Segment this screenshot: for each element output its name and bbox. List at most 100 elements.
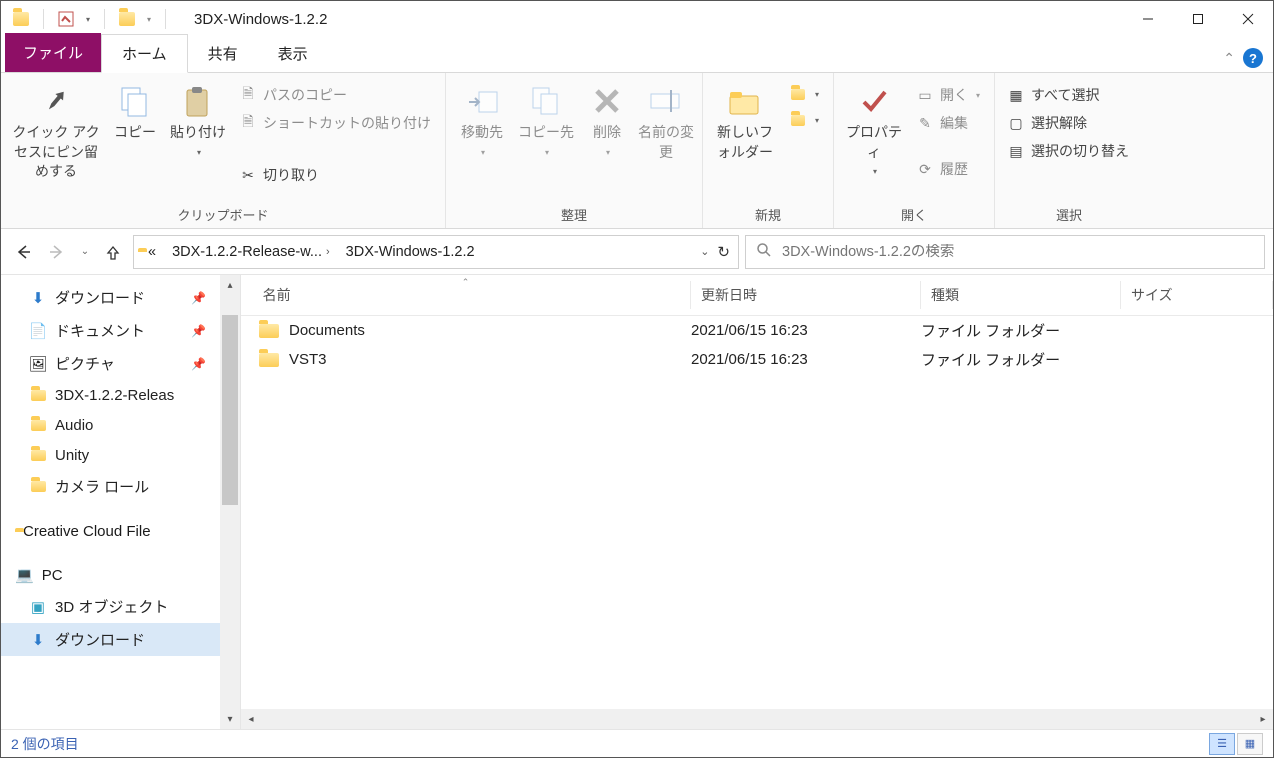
folder-icon bbox=[259, 324, 279, 338]
paste-shortcut-button[interactable]: 🗎ショートカットの貼り付け bbox=[233, 111, 439, 135]
window-title: 3DX-Windows-1.2.2 bbox=[178, 11, 327, 28]
open-button[interactable]: ▭開く▾ bbox=[910, 83, 988, 107]
column-type[interactable]: 種類 bbox=[921, 281, 1121, 309]
sidebar-item-downloads2[interactable]: ⬇ダウンロード bbox=[1, 623, 220, 656]
sidebar-item-3d[interactable]: ▣3D オブジェクト bbox=[1, 590, 220, 623]
search-input[interactable] bbox=[782, 244, 1254, 260]
horizontal-scrollbar[interactable]: ◂ ▸ bbox=[241, 709, 1273, 729]
sidebar-item-documents[interactable]: 📄ドキュメント📌 bbox=[1, 314, 220, 347]
new-item-button[interactable]: ▾ bbox=[783, 83, 827, 105]
sidebar: ⬇ダウンロード📌 📄ドキュメント📌 🖼ピクチャ📌 3DX-1.2.2-Relea… bbox=[1, 275, 241, 729]
scroll-up-icon[interactable]: ▴ bbox=[220, 275, 240, 295]
objects3d-icon: ▣ bbox=[29, 598, 47, 616]
easy-access-button[interactable]: ▾ bbox=[783, 109, 827, 131]
select-all-icon: ▦ bbox=[1007, 86, 1025, 104]
tab-share[interactable]: 共有 bbox=[188, 35, 258, 72]
file-row[interactable]: Documents 2021/06/15 16:23 ファイル フォルダー bbox=[241, 316, 1273, 345]
breadcrumb-part2[interactable]: 3DX-Windows-1.2.2 bbox=[340, 244, 481, 260]
sidebar-scrollbar[interactable]: ▴ ▾ bbox=[220, 275, 240, 729]
select-all-button[interactable]: ▦すべて選択 bbox=[1001, 83, 1137, 107]
new-folder-button[interactable]: 新しいフォルダー bbox=[709, 77, 781, 168]
pin-icon: 📌 bbox=[191, 324, 214, 338]
folder-icon bbox=[259, 353, 279, 367]
refresh-icon[interactable]: ↻ bbox=[717, 243, 730, 261]
content-area: ⬇ダウンロード📌 📄ドキュメント📌 🖼ピクチャ📌 3DX-1.2.2-Relea… bbox=[1, 275, 1273, 729]
sidebar-item-creative-cloud[interactable]: Creative Cloud File bbox=[1, 517, 220, 546]
sidebar-item-unity[interactable]: Unity bbox=[1, 440, 220, 470]
invert-selection-button[interactable]: ▤選択の切り替え bbox=[1001, 139, 1137, 163]
pin-to-quick-access-button[interactable]: クイック アクセスにピン留めする bbox=[7, 77, 105, 188]
select-none-icon: ▢ bbox=[1007, 114, 1025, 132]
delete-button[interactable]: 削除▾ bbox=[580, 77, 634, 164]
qat-dropdown-icon[interactable]: ▾ bbox=[86, 15, 90, 24]
back-button[interactable] bbox=[9, 238, 37, 266]
ribbon-group-open: プロパティ▾ ▭開く▾ ✎編集 ⟳履歴 開く bbox=[834, 73, 995, 228]
edit-icon: ✎ bbox=[916, 114, 934, 132]
move-to-button[interactable]: 移動先▾ bbox=[452, 77, 512, 164]
scroll-down-icon[interactable]: ▾ bbox=[220, 709, 240, 729]
group-label-organize: 整理 bbox=[452, 205, 696, 226]
edit-button[interactable]: ✎編集 bbox=[910, 111, 988, 135]
tab-view[interactable]: 表示 bbox=[258, 35, 328, 72]
sidebar-item-audio[interactable]: Audio bbox=[1, 410, 220, 440]
qat-customize-icon[interactable]: ▾ bbox=[147, 15, 151, 24]
copy-button[interactable]: コピー bbox=[107, 77, 163, 149]
address-bar[interactable]: « 3DX-1.2.2-Release-w...› 3DX-Windows-1.… bbox=[133, 235, 739, 269]
sidebar-item-camera[interactable]: カメラ ロール bbox=[1, 470, 220, 503]
cut-button[interactable]: ✂切り取り bbox=[233, 163, 439, 187]
tab-home[interactable]: ホーム bbox=[101, 34, 188, 73]
history-button[interactable]: ⟳履歴 bbox=[910, 157, 988, 181]
copy-path-button[interactable]: 🗎パスのコピー bbox=[233, 83, 439, 107]
folder-icon bbox=[29, 446, 47, 464]
properties-button[interactable]: プロパティ▾ bbox=[840, 77, 908, 183]
breadcrumb-overflow[interactable]: « bbox=[142, 244, 162, 260]
column-name[interactable]: ⌃ 名前 bbox=[241, 281, 691, 309]
paste-button[interactable]: 貼り付け ▾ bbox=[165, 77, 231, 164]
scroll-right-icon[interactable]: ▸ bbox=[1253, 709, 1273, 729]
ribbon-tabs: ファイル ホーム 共有 表示 ⌃ ? bbox=[1, 37, 1273, 73]
ribbon-group-new: 新しいフォルダー ▾ ▾ 新規 bbox=[703, 73, 834, 228]
status-bar: 2 個の項目 ☰ ▦ bbox=[1, 729, 1273, 757]
sidebar-item-pictures[interactable]: 🖼ピクチャ📌 bbox=[1, 347, 220, 380]
easy-access-icon bbox=[789, 111, 807, 129]
file-row[interactable]: VST3 2021/06/15 16:23 ファイル フォルダー bbox=[241, 345, 1273, 374]
address-dropdown-icon[interactable]: ⌄ bbox=[700, 245, 709, 258]
help-icon[interactable]: ? bbox=[1243, 48, 1263, 68]
maximize-button[interactable] bbox=[1173, 1, 1223, 37]
folder-context-icon bbox=[119, 11, 135, 27]
sidebar-item-pc[interactable]: 💻PC bbox=[1, 560, 220, 590]
sidebar-item-release[interactable]: 3DX-1.2.2-Releas bbox=[1, 380, 220, 410]
column-date[interactable]: 更新日時 bbox=[691, 281, 921, 309]
folder-icon bbox=[29, 478, 47, 496]
ribbon-group-clipboard: クイック アクセスにピン留めする コピー 貼り付け ▾ 🗎パスのコピー 🗎ショー… bbox=[1, 73, 446, 228]
file-list[interactable]: Documents 2021/06/15 16:23 ファイル フォルダー VS… bbox=[241, 316, 1273, 709]
copy-to-button[interactable]: コピー先▾ bbox=[514, 77, 578, 164]
copy-icon bbox=[117, 83, 153, 119]
rename-button[interactable]: 名前の変更 bbox=[636, 77, 696, 168]
column-size[interactable]: サイズ bbox=[1121, 281, 1273, 309]
sidebar-item-downloads[interactable]: ⬇ダウンロード📌 bbox=[1, 281, 220, 314]
select-none-button[interactable]: ▢選択解除 bbox=[1001, 111, 1137, 135]
breadcrumb-part1[interactable]: 3DX-1.2.2-Release-w...› bbox=[166, 244, 336, 260]
pin-icon: 📌 bbox=[191, 291, 214, 305]
minimize-button[interactable] bbox=[1123, 1, 1173, 37]
download-icon: ⬇ bbox=[29, 289, 47, 307]
folder-icon bbox=[13, 11, 29, 27]
properties-qat-icon[interactable] bbox=[58, 11, 74, 27]
group-label-select: 選択 bbox=[1001, 205, 1137, 226]
status-text: 2 個の項目 bbox=[11, 734, 79, 754]
search-box[interactable] bbox=[745, 235, 1265, 269]
path-icon: 🗎 bbox=[239, 86, 257, 104]
scroll-left-icon[interactable]: ◂ bbox=[241, 709, 261, 729]
up-button[interactable] bbox=[99, 238, 127, 266]
collapse-ribbon-icon[interactable]: ⌃ bbox=[1223, 50, 1235, 67]
thumbnails-view-button[interactable]: ▦ bbox=[1237, 733, 1263, 755]
recent-dropdown[interactable]: ⌄ bbox=[77, 238, 93, 266]
folder-icon bbox=[29, 386, 47, 404]
tab-file[interactable]: ファイル bbox=[5, 33, 101, 72]
details-view-button[interactable]: ☰ bbox=[1209, 733, 1235, 755]
file-header: ⌃ 名前 更新日時 種類 サイズ bbox=[241, 275, 1273, 316]
forward-button[interactable] bbox=[43, 238, 71, 266]
scissors-icon: ✂ bbox=[239, 166, 257, 184]
close-button[interactable] bbox=[1223, 1, 1273, 37]
